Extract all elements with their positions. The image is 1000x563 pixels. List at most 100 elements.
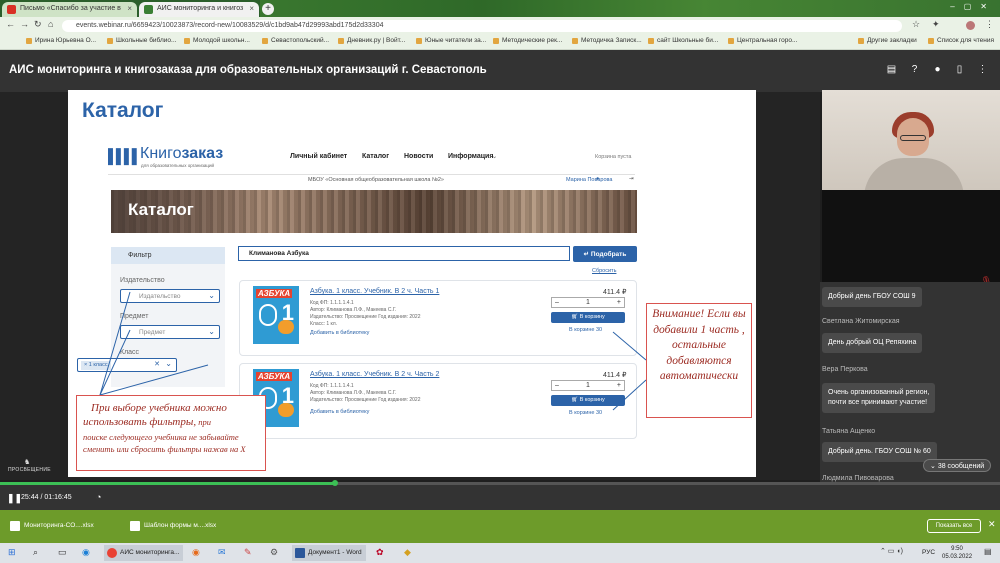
page-title: АИС мониторинга и книгозаказа для образо… bbox=[9, 64, 487, 76]
url-text: events.webinar.ru/6659423/10023873/recor… bbox=[76, 22, 384, 29]
close-icon[interactable]: × bbox=[127, 4, 132, 13]
close-icon[interactable]: ✕ bbox=[988, 519, 996, 530]
annotation-line: поиске следующего учебника не забывайте … bbox=[83, 432, 246, 454]
document-icon[interactable]: ▯ bbox=[954, 64, 965, 75]
firefox-icon[interactable]: ◉ bbox=[192, 547, 200, 558]
tray-icons[interactable]: ⌃ ▭ ◖) bbox=[880, 547, 903, 555]
tab-bar-theme-background bbox=[260, 0, 1000, 17]
taskbar-app-label: Документ1 - Word bbox=[308, 549, 362, 556]
clock[interactable]: 9:50 05.03.2022 bbox=[942, 545, 972, 561]
bookmark-item[interactable]: Школьные библио... bbox=[107, 37, 176, 44]
bookmark-item[interactable]: Методичка Записк... bbox=[572, 37, 642, 44]
taskbar-app-chrome[interactable]: АИС мониторинга... bbox=[104, 545, 184, 561]
edge-icon[interactable]: ◉ bbox=[82, 547, 90, 558]
bookmark-item[interactable]: Юные читатели за... bbox=[416, 37, 486, 44]
user-icon[interactable]: ● bbox=[932, 64, 943, 75]
windows-taskbar: ⊞ ⌕ ▭ ◉ АИС мониторинга... ◉ ✉ ✎ ⚙ Докум… bbox=[0, 543, 1000, 563]
reload-icon[interactable]: ↻ bbox=[34, 19, 42, 30]
forward-icon[interactable]: → bbox=[20, 19, 29, 29]
arrow-line bbox=[99, 291, 131, 396]
close-icon[interactable]: × bbox=[249, 4, 254, 13]
clock-time: 9:50 bbox=[951, 546, 963, 552]
downloads-bar: Мониторинга-СО....xlsx Шаблон формы м...… bbox=[0, 510, 1000, 543]
address-bar: ← → ↻ ⌂ events.webinar.ru/6659423/100238… bbox=[0, 17, 1000, 34]
search-icon[interactable]: ⌕ bbox=[33, 547, 38, 558]
progress-bar[interactable] bbox=[0, 480, 1000, 486]
tab-label: АИС мониторинга и книгоз bbox=[157, 5, 244, 12]
arrow-line bbox=[99, 364, 209, 396]
bookmark-item[interactable]: Севастопольский... bbox=[262, 37, 329, 44]
avatar[interactable] bbox=[966, 21, 975, 30]
bookmarks-bar: Ирина Юрьевна О... Школьные библио... Мо… bbox=[0, 34, 1000, 50]
playback-time: 25:44 / 01:16:45 bbox=[21, 494, 72, 501]
speed-icon[interactable]: ◔ bbox=[96, 492, 101, 502]
window-controls[interactable]: –▢✕ bbox=[950, 2, 996, 11]
chat-message-line: Очень организованный регион, bbox=[828, 389, 930, 396]
chat-author: Вера Перкова bbox=[822, 366, 868, 373]
mail-icon[interactable]: ✉ bbox=[218, 547, 226, 558]
bookmark-item[interactable]: Дневник.ру | Войт... bbox=[338, 37, 405, 44]
chat-icon[interactable]: ▤ bbox=[886, 64, 897, 75]
clock-date: 05.03.2022 bbox=[942, 554, 973, 560]
messages-count-label: 38 сообщений bbox=[937, 463, 985, 470]
messages-count-badge[interactable]: ⌄ 38 сообщений bbox=[923, 459, 992, 472]
player-controls: ❚❚ 25:44 / 01:16:45 ◔ bbox=[0, 480, 1000, 510]
gmail-icon bbox=[7, 5, 16, 14]
reading-list[interactable]: Список для чтения bbox=[928, 37, 994, 44]
arrow-line bbox=[99, 329, 131, 396]
browser-tab-mail[interactable]: Письмо «Спасибо за участие в × bbox=[2, 2, 137, 17]
chevron-down-icon: ⌄ bbox=[930, 463, 938, 470]
annotation-line: При выборе учебника можно bbox=[91, 402, 227, 414]
chat-author: Людмила Пивоварова bbox=[822, 475, 894, 482]
app-icon[interactable]: ✿ bbox=[376, 547, 384, 558]
paint-icon[interactable]: ✎ bbox=[244, 547, 252, 558]
show-all-button[interactable]: Показать все bbox=[927, 519, 981, 533]
bookmark-item[interactable]: Центральная горо... bbox=[728, 37, 797, 44]
chat-message: Добрый день. ГБОУ СОШ № 60 bbox=[822, 442, 937, 462]
excel-file-icon bbox=[10, 521, 20, 531]
extensions-icon[interactable]: ✦ bbox=[932, 19, 940, 30]
presentation-slide: Каталог ▌▌▌▌ Книгозаказ для образователь… bbox=[68, 90, 756, 477]
task-view-icon[interactable]: ▭ bbox=[58, 547, 67, 558]
taskbar-app-word[interactable]: Документ1 - Word bbox=[292, 545, 366, 561]
chat-message: День добрый ОЦ Репяхина bbox=[822, 333, 923, 353]
download-filename: Мониторинга-СО....xlsx bbox=[24, 522, 94, 529]
windows-start-icon[interactable]: ⊞ bbox=[8, 547, 16, 558]
browser-tab-bar: Письмо «Спасибо за участие в × АИС монит… bbox=[0, 0, 1000, 17]
annotation-line: использовать фильтры, bbox=[83, 416, 197, 428]
word-icon bbox=[295, 548, 305, 558]
more-icon[interactable]: ⋮ bbox=[977, 64, 988, 75]
logo-icon: ♞ bbox=[24, 459, 31, 466]
star-icon[interactable]: ☆ bbox=[912, 19, 920, 30]
new-tab-button[interactable]: + bbox=[262, 3, 274, 15]
language-indicator[interactable]: РУС bbox=[922, 549, 935, 556]
download-item[interactable]: Шаблон формы м....xlsx bbox=[126, 516, 216, 536]
chat-panel: Добрый день ГБОУ СОШ 9 Светлана Житомирс… bbox=[820, 282, 1000, 482]
notifications-icon[interactable]: ▤ bbox=[984, 547, 992, 556]
menu-icon[interactable]: ⋮ bbox=[985, 19, 994, 30]
pause-icon[interactable]: ❚❚ bbox=[7, 493, 22, 504]
video-panel: 🎙︎ bbox=[822, 190, 1000, 286]
download-item[interactable]: Мониторинга-СО....xlsx bbox=[6, 516, 94, 536]
chrome-icon bbox=[107, 548, 117, 558]
home-icon[interactable]: ⌂ bbox=[48, 19, 53, 29]
url-field[interactable]: events.webinar.ru/6659423/10023873/recor… bbox=[62, 20, 902, 32]
webinar-header: АИС мониторинга и книгозаказа для образо… bbox=[0, 50, 1000, 92]
arrow-line bbox=[612, 379, 647, 411]
bookmark-item[interactable]: Ирина Юрьевна О... bbox=[26, 37, 96, 44]
app-icon[interactable]: ◆ bbox=[404, 547, 411, 558]
bookmark-item[interactable]: Молодой школьн... bbox=[184, 37, 250, 44]
back-icon[interactable]: ← bbox=[6, 19, 15, 29]
taskbar-app-label: АИС мониторинга... bbox=[120, 549, 180, 556]
bookmark-folder[interactable]: Другие закладки bbox=[858, 37, 917, 44]
annotation-filters: При выборе учебника можно использовать ф… bbox=[76, 395, 266, 471]
progress-knob[interactable] bbox=[332, 480, 338, 486]
browser-tab-webinar[interactable]: АИС мониторинга и книгоз × bbox=[139, 2, 259, 17]
speaker-video bbox=[822, 90, 1000, 198]
bookmark-item[interactable]: сайт Школьные би... bbox=[648, 37, 718, 44]
chat-message-line: почти все принимают участие! bbox=[828, 399, 928, 406]
help-icon[interactable]: ? bbox=[909, 64, 920, 75]
bookmark-item[interactable]: Методические рек... bbox=[493, 37, 562, 44]
chat-author: Светлана Житомирская bbox=[822, 318, 900, 325]
app-icon[interactable]: ⚙ bbox=[270, 547, 278, 558]
